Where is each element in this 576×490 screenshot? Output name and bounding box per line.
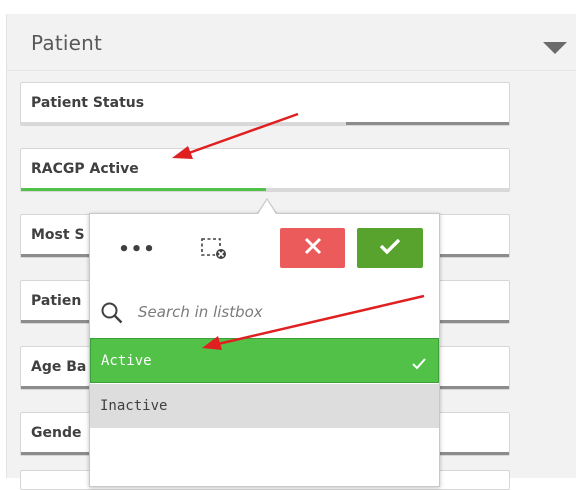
- filter-label: Age Ba: [31, 359, 87, 375]
- clear-selection-icon[interactable]: [194, 230, 234, 268]
- filter-state-bar: [21, 122, 509, 125]
- listbox-search[interactable]: [90, 290, 439, 335]
- filter-label: Gende: [31, 425, 82, 441]
- panel-title: Patient: [31, 31, 103, 55]
- filter-label: RACGP Active: [31, 161, 139, 177]
- filter-patient-status[interactable]: Patient Status: [20, 82, 510, 126]
- panel-header[interactable]: Patient: [7, 14, 576, 71]
- listbox-popover: ••• Search in listbox Active Inactive: [89, 213, 440, 487]
- filter-label: Most S: [31, 227, 85, 243]
- more-options-icon[interactable]: •••: [112, 230, 162, 268]
- search-icon: [100, 301, 124, 329]
- search-input[interactable]: [138, 300, 418, 324]
- list-item-label: Inactive: [100, 398, 168, 414]
- list-item-label: Active: [101, 353, 152, 369]
- check-icon: [412, 355, 426, 374]
- filter-label: Patient Status: [31, 95, 145, 111]
- caret-down-icon[interactable]: [543, 39, 567, 58]
- popover-arrow-fill: [258, 200, 276, 214]
- confirm-selection-button[interactable]: [357, 228, 423, 268]
- cancel-selection-button[interactable]: [280, 228, 345, 268]
- list-item-inactive[interactable]: Inactive: [90, 383, 439, 428]
- filter-state-bar: [21, 188, 509, 191]
- list-item-active[interactable]: Active: [90, 338, 439, 383]
- filter-label: Patien: [31, 293, 82, 309]
- filter-racgp-active[interactable]: RACGP Active: [20, 148, 510, 192]
- close-icon: [304, 237, 322, 259]
- check-icon: [379, 237, 401, 259]
